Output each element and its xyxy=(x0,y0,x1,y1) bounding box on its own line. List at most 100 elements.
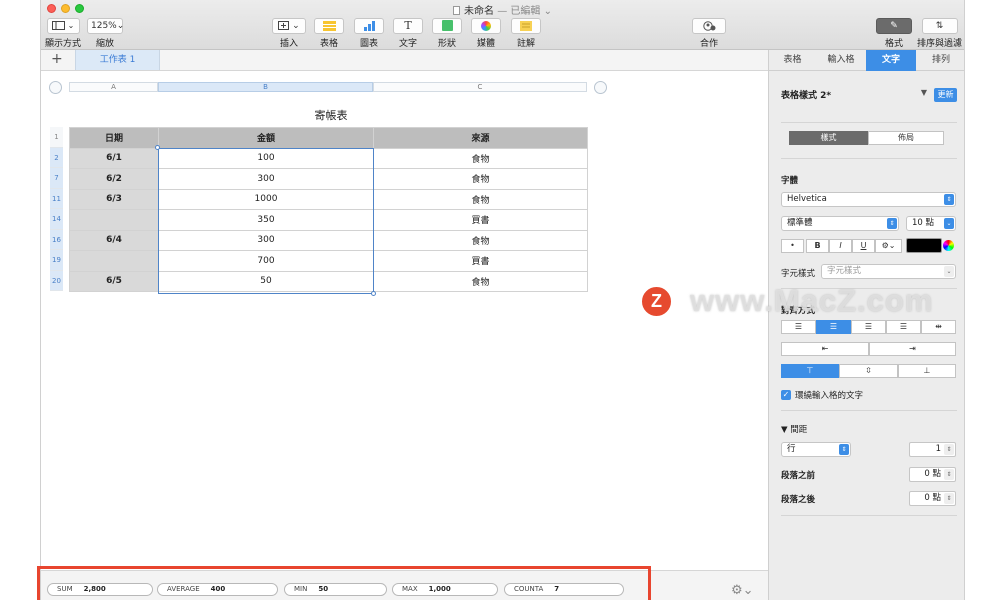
table-select-handle[interactable] xyxy=(49,81,62,94)
stepper-icon[interactable]: ⇕ xyxy=(944,493,954,504)
header-cell-source[interactable]: 來源 xyxy=(373,127,588,149)
align-middle-icon[interactable]: ⇳ xyxy=(839,364,898,378)
amount-cell[interactable]: 300 xyxy=(158,229,374,251)
min-stat[interactable]: MIN 50 xyxy=(284,583,387,596)
spacing-mode-select[interactable]: 行 ⇕ xyxy=(781,442,851,457)
align-left-icon[interactable]: ☰ xyxy=(781,320,816,334)
view-menu-button[interactable]: ⌄ 顯示方式 xyxy=(45,18,81,49)
wrap-text-checkbox[interactable]: ✓ xyxy=(781,390,791,400)
align-center-icon[interactable]: ☰ xyxy=(816,320,851,334)
comment-button[interactable]: 註解 xyxy=(511,18,541,49)
column-header-c[interactable]: C xyxy=(373,82,587,92)
align-justify-icon[interactable]: ☰ xyxy=(886,320,921,334)
max-stat[interactable]: MAX 1,000 xyxy=(392,583,498,596)
sheet-canvas[interactable]: A B C 寄帳表 1 2 7 11 14 16 19 20 日期 金額 來源 … xyxy=(41,71,768,570)
header-cell-date[interactable]: 日期 xyxy=(69,127,159,149)
char-style-select[interactable]: 字元樣式 ⌄ xyxy=(821,264,956,279)
source-cell[interactable]: 食物 xyxy=(373,147,588,169)
header-cell-amount[interactable]: 金額 xyxy=(158,127,374,149)
font-family-select[interactable]: Helvetica ⇕ xyxy=(781,192,956,207)
zoom-menu-button[interactable]: 125%⌄ 縮放 xyxy=(87,18,124,49)
amount-cell[interactable]: 1000 xyxy=(158,188,374,210)
segment-layout[interactable]: 佈局 xyxy=(868,131,944,145)
italic-button[interactable]: I xyxy=(829,239,852,253)
amount-cell[interactable]: 50 xyxy=(158,270,374,292)
source-cell[interactable]: 食物 xyxy=(373,229,588,251)
table-button[interactable]: 表格 xyxy=(314,18,344,49)
column-header-b[interactable]: B xyxy=(158,82,373,92)
before-paragraph-field[interactable]: 0 點 ⇕ xyxy=(909,467,956,482)
tab-arrange[interactable]: 排列 xyxy=(916,50,964,71)
row-number[interactable]: 16 xyxy=(50,229,63,250)
insert-button[interactable]: ⌄ 插入 xyxy=(272,18,306,49)
spacing-heading[interactable]: ▼ 間距 xyxy=(781,423,807,435)
tab-cell[interactable]: 輸入格 xyxy=(816,50,866,71)
amount-cell[interactable]: 350 xyxy=(158,209,374,231)
align-bottom-icon[interactable]: ⊥ xyxy=(898,364,956,378)
row-number[interactable]: 19 xyxy=(50,250,63,271)
stepper-icon[interactable]: ⇕ xyxy=(944,469,954,480)
format-button[interactable]: ✎ 格式 xyxy=(876,18,912,49)
text-options-button[interactable]: ⚙⌄ xyxy=(875,239,902,253)
disclosure-triangle-icon[interactable]: ▼ xyxy=(921,88,927,97)
align-right-icon[interactable]: ☰ xyxy=(851,320,886,334)
collaborate-button[interactable]: 合作 xyxy=(692,18,726,49)
source-cell[interactable]: 買書 xyxy=(373,209,588,231)
source-cell[interactable]: 買書 xyxy=(373,250,588,272)
date-cell[interactable]: 6/3 xyxy=(69,188,159,210)
row-number[interactable]: 2 xyxy=(50,147,63,168)
bold-button[interactable]: B xyxy=(806,239,829,253)
align-top-icon[interactable]: ⊤ xyxy=(781,364,839,378)
average-stat[interactable]: AVERAGE 400 xyxy=(157,583,278,596)
media-button[interactable]: 媒體 xyxy=(471,18,501,49)
source-cell[interactable]: 食物 xyxy=(373,188,588,210)
source-cell[interactable]: 食物 xyxy=(373,168,588,190)
underline-button[interactable]: U xyxy=(852,239,875,253)
chart-button[interactable]: 圖表 xyxy=(354,18,384,49)
counta-stat[interactable]: COUNTA 7 xyxy=(504,583,624,596)
row-number[interactable]: 11 xyxy=(50,188,63,209)
document-status[interactable]: — 已編輯 ⌄ xyxy=(497,6,552,17)
color-wheel-icon[interactable] xyxy=(943,240,954,251)
add-column-handle[interactable] xyxy=(594,81,607,94)
stepper-icon[interactable]: ⇕ xyxy=(944,444,954,455)
add-sheet-button[interactable]: + xyxy=(51,51,63,67)
table-title[interactable]: 寄帳表 xyxy=(311,107,351,123)
tab-text[interactable]: 文字 xyxy=(866,50,916,71)
row-number[interactable]: 20 xyxy=(50,270,63,291)
increase-indent-icon[interactable]: ⇥ xyxy=(869,342,956,356)
sheet-tab[interactable]: 工作表 1 xyxy=(75,50,160,70)
shape-button[interactable]: 形狀 xyxy=(432,18,462,49)
row-number[interactable]: 14 xyxy=(50,209,63,230)
selection-handle-top-left[interactable] xyxy=(155,145,160,150)
segment-style[interactable]: 樣式 xyxy=(789,131,868,145)
typeface-select[interactable]: 標準體 ⇕ xyxy=(781,216,899,231)
selection-handle-bottom-right[interactable] xyxy=(371,291,376,296)
amount-cell[interactable]: 700 xyxy=(158,250,374,272)
amount-cell[interactable]: 300 xyxy=(158,168,374,190)
bullet-button[interactable]: • xyxy=(781,239,804,253)
column-header-a[interactable]: A xyxy=(69,82,158,92)
spacing-value-field[interactable]: 1 ⇕ xyxy=(909,442,956,457)
sort-filter-button[interactable]: ⇅ 排序與過濾 xyxy=(917,18,962,49)
tab-table[interactable]: 表格 xyxy=(769,50,816,71)
row-number[interactable]: 1 xyxy=(50,127,63,148)
gear-icon[interactable]: ⚙⌄ xyxy=(731,583,754,598)
amount-cell[interactable]: 100 xyxy=(158,147,374,169)
date-cell[interactable]: 6/5 xyxy=(69,270,159,292)
text-color-well[interactable] xyxy=(906,238,942,253)
sum-stat[interactable]: SUM 2,800 xyxy=(47,583,153,596)
decrease-indent-icon[interactable]: ⇤ xyxy=(781,342,869,356)
date-cell[interactable]: 6/4 xyxy=(69,229,159,251)
date-cell[interactable] xyxy=(69,250,159,272)
after-paragraph-field[interactable]: 0 點 ⇕ xyxy=(909,491,956,506)
source-cell[interactable]: 食物 xyxy=(373,270,588,292)
text-button[interactable]: T 文字 xyxy=(393,18,423,49)
update-style-button[interactable]: 更新 xyxy=(934,88,957,102)
date-cell[interactable] xyxy=(69,209,159,231)
row-number[interactable]: 7 xyxy=(50,168,63,189)
font-size-field[interactable]: 10 點 ⌄ xyxy=(906,216,956,231)
date-cell[interactable]: 6/2 xyxy=(69,168,159,190)
date-cell[interactable]: 6/1 xyxy=(69,147,159,169)
align-auto-icon[interactable]: ⇹ xyxy=(921,320,956,334)
